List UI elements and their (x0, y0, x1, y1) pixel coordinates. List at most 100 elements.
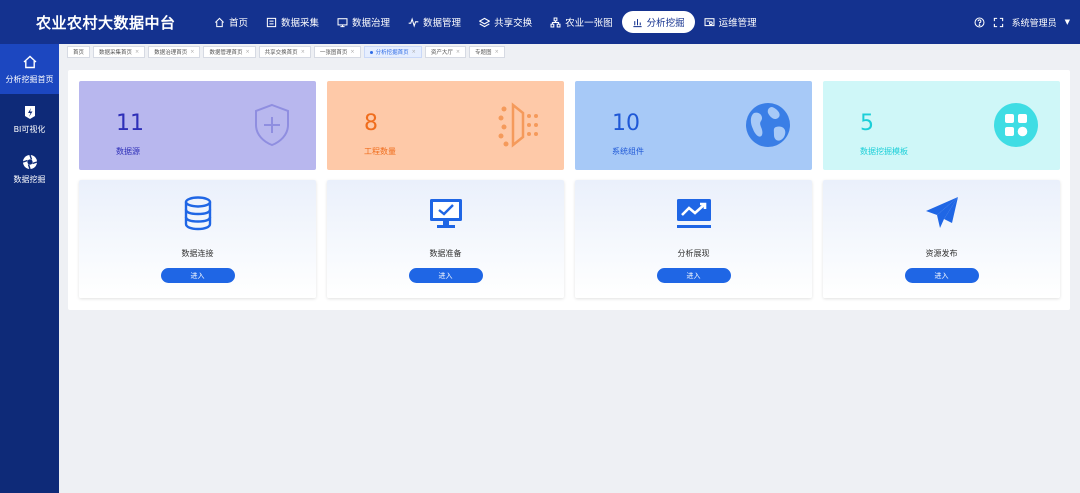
feature-card-data-prep: 数据准备 进入 (327, 180, 564, 298)
active-dot-icon (369, 50, 373, 54)
stat-label: 数据源 (116, 147, 140, 156)
nav-item-analysis-mining[interactable]: 分析挖掘 (621, 11, 695, 33)
beam-icon (498, 102, 538, 148)
user-name[interactable]: 系统管理员 (1012, 16, 1057, 29)
tab-home[interactable]: 首页 (67, 46, 91, 58)
home-icon (215, 17, 224, 27)
bar-chart-icon (632, 18, 642, 27)
stat-value: 8 (364, 111, 378, 136)
enter-button[interactable]: 进入 (904, 268, 979, 283)
tab-data-governance-home[interactable]: 数据治理首页 × (148, 46, 201, 58)
sidebar-item-label: 数据挖掘 (13, 174, 46, 184)
help-icon[interactable] (974, 17, 985, 28)
stat-card-components: 10 系统组件 (575, 81, 812, 170)
close-icon[interactable]: × (301, 49, 305, 55)
nav-item-share-exchange[interactable]: 共享交换 (470, 11, 541, 33)
shield-plus-icon (255, 103, 289, 147)
nav-item-label: 数据采集 (281, 18, 320, 29)
feature-card-resource-publish: 资源发布 进入 (823, 180, 1060, 298)
tab-label: 分析挖掘首页 (375, 50, 409, 56)
tab-label: 资产大厅 (430, 50, 453, 56)
layers-icon (479, 17, 491, 27)
fullscreen-icon[interactable] (993, 17, 1004, 28)
modules-icon (994, 103, 1038, 147)
tab-label: 专题图 (475, 50, 492, 56)
stat-value: 11 (116, 111, 144, 136)
feature-title: 分析展现 (677, 249, 710, 258)
nav-item-label: 分析挖掘 (646, 18, 685, 29)
chevron-down-icon[interactable]: ▼ (1065, 18, 1070, 26)
feature-title: 数据准备 (429, 249, 462, 258)
feature-card-analysis-display: 分析展现 进入 (575, 180, 812, 298)
aperture-icon (22, 154, 37, 169)
nav-item-data-management[interactable]: 数据管理 (399, 11, 470, 33)
close-icon[interactable]: × (245, 49, 249, 55)
nav-item-ops[interactable]: 运维管理 (695, 11, 766, 33)
nav-item-label: 共享交换 (494, 18, 533, 29)
database-icon (184, 196, 211, 231)
org-chart-icon (550, 17, 561, 27)
top-nav: 首页 数据采集 数据治理 数据管理 共享交换 农业一张图 分析挖掘 运维管理 (205, 0, 766, 44)
nav-item-label: 数据管理 (423, 18, 462, 29)
stat-card-templates: 5 数据挖掘模板 (823, 81, 1060, 170)
tab-share-exchange-home[interactable]: 共享交换首页 × (258, 46, 311, 58)
trend-chart-icon (676, 199, 711, 228)
feature-card-data-connect: 数据连接 进入 (79, 180, 316, 298)
top-header: 农业农村大数据中台 首页 数据采集 数据治理 数据管理 共享交换 农业一张图 分… (0, 0, 1080, 44)
tab-data-management-home[interactable]: 数据管理首页 × (203, 46, 256, 58)
tab-label: 一张图首页 (319, 50, 348, 56)
stat-label: 系统组件 (612, 147, 644, 156)
stat-card-data-source: 11 数据源 (79, 81, 316, 170)
globe-icon (746, 103, 790, 147)
ops-icon (704, 17, 715, 26)
close-icon[interactable]: × (412, 49, 416, 55)
tab-analysis-home[interactable]: 分析挖掘首页 × (363, 46, 422, 58)
close-icon[interactable]: × (190, 49, 194, 55)
enter-button[interactable]: 进入 (408, 268, 483, 283)
enter-button[interactable]: 进入 (160, 268, 235, 283)
tab-map-home[interactable]: 一张图首页 × (313, 46, 361, 58)
sidebar-item-bi[interactable]: BI可视化 (0, 94, 59, 144)
nav-item-label: 农业一张图 (565, 18, 613, 29)
home-outline-icon (23, 55, 36, 68)
stat-value: 10 (612, 111, 640, 136)
tab-asset-hall[interactable]: 资产大厅 × (424, 46, 467, 58)
paper-plane-icon (925, 197, 958, 228)
stat-label: 工程数量 (364, 147, 396, 156)
stat-label: 数据挖掘模板 (860, 147, 908, 156)
nav-item-data-governance[interactable]: 数据治理 (328, 11, 399, 33)
close-icon[interactable]: × (350, 49, 354, 55)
tab-label: 数据治理首页 (154, 50, 188, 56)
sidebar-item-data-mining[interactable]: 数据挖掘 (0, 144, 59, 194)
sidebar: 分析挖掘首页 BI可视化 数据挖掘 (0, 44, 59, 493)
sidebar-item-label: BI可视化 (13, 124, 46, 134)
nav-item-home[interactable]: 首页 (205, 11, 257, 33)
tab-label: 共享交换首页 (264, 50, 298, 56)
tab-thematic-map[interactable]: 专题图 × (469, 46, 505, 58)
feature-title: 资源发布 (925, 249, 958, 258)
enter-button[interactable]: 进入 (656, 268, 731, 283)
data-collect-icon (266, 17, 277, 27)
nav-item-data-collect[interactable]: 数据采集 (257, 11, 328, 33)
close-icon[interactable]: × (495, 49, 499, 55)
page-tabs: 首页 数据采集首页 × 数据治理首页 × 数据管理首页 × 共享交换首页 × 一张图首页… (67, 46, 505, 58)
feature-title: 数据连接 (181, 249, 214, 258)
tab-data-collect-home[interactable]: 数据采集首页 × (93, 46, 146, 58)
tab-label: 数据采集首页 (99, 50, 133, 56)
monitor-check-icon (429, 199, 462, 228)
nav-item-label: 数据治理 (352, 18, 391, 29)
bi-icon (24, 105, 35, 119)
monitor-icon (337, 17, 348, 27)
tab-label: 首页 (73, 50, 85, 56)
close-icon[interactable]: × (135, 49, 139, 55)
stat-card-project-count: 8 工程数量 (327, 81, 564, 170)
sidebar-item-analysis-home[interactable]: 分析挖掘首页 (0, 44, 59, 94)
tab-label: 数据管理首页 (209, 50, 243, 56)
close-icon[interactable]: × (456, 49, 460, 55)
nav-item-label: 首页 (229, 18, 249, 29)
stat-value: 5 (860, 111, 874, 136)
nav-item-agri-map[interactable]: 农业一张图 (541, 11, 622, 33)
nav-item-label: 运维管理 (718, 18, 757, 29)
app-title: 农业农村大数据中台 (36, 13, 176, 32)
main-panel: 11 数据源 8 工程数量 10 系统组件 5 数据挖掘模板 数据连接 进入 数… (68, 70, 1070, 310)
